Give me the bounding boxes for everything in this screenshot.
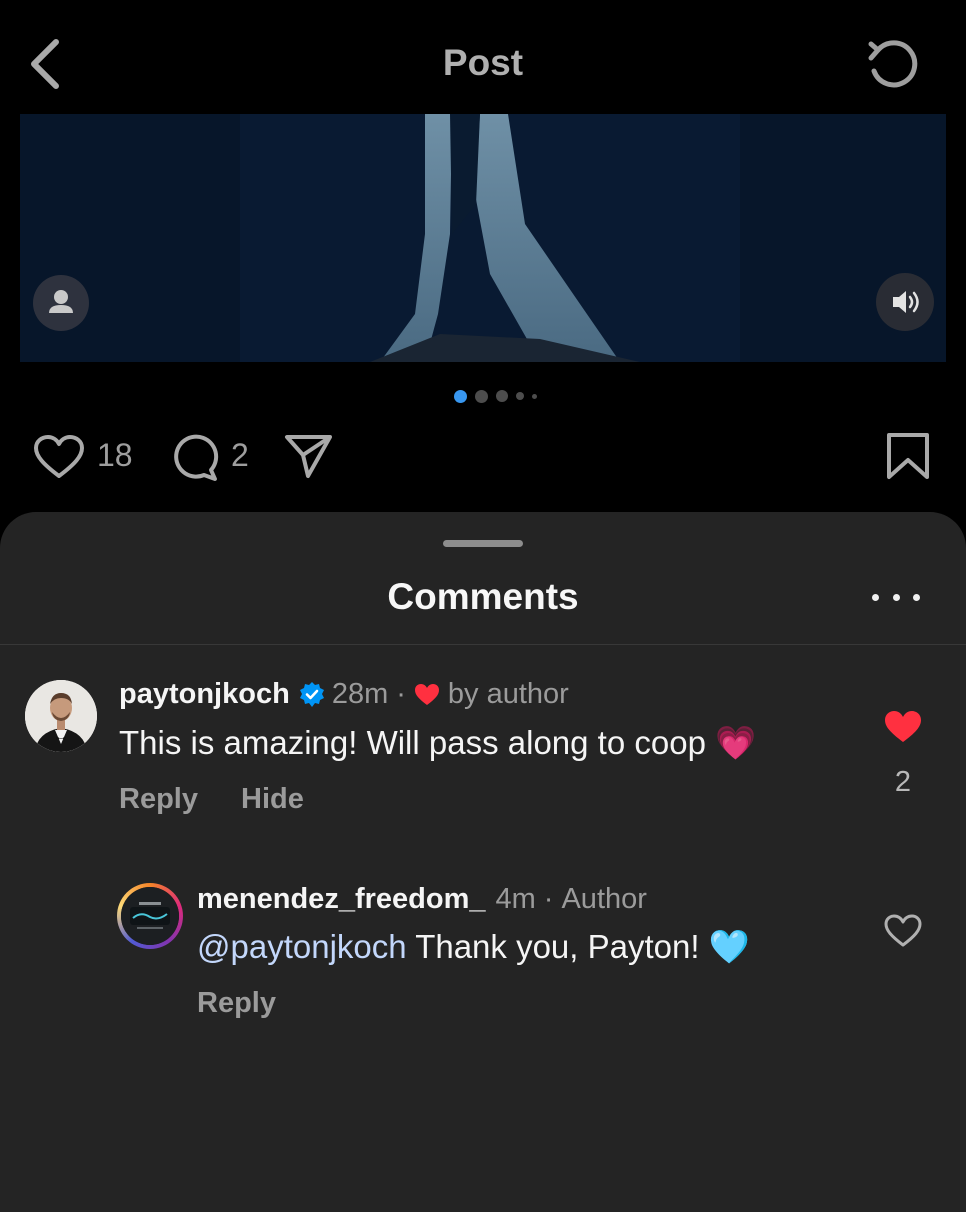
reply-button[interactable]: Reply [119, 783, 198, 816]
carousel-dot-active [454, 389, 467, 403]
comment-text: This is amazing! Will pass along to coop… [119, 724, 757, 761]
post-media-video[interactable] [20, 114, 946, 362]
comment-timestamp: 4m [495, 883, 536, 915]
comment-meta: menendez_freedom_ 4m · Author [197, 883, 647, 916]
comment-text: @paytonjkoch Thank you, Payton! 🩵 [197, 928, 750, 967]
reply-button[interactable]: Reply [197, 987, 276, 1020]
separator-dot: · [543, 883, 554, 915]
tagged-people-button[interactable] [33, 275, 89, 331]
person-icon [49, 290, 73, 313]
author-badge: Author [561, 883, 647, 915]
video-frame-image [20, 114, 946, 362]
carousel-indicator [454, 389, 537, 403]
carousel-dot [516, 392, 524, 400]
comment-like-heart-icon[interactable] [884, 710, 922, 744]
avatar[interactable] [117, 883, 183, 949]
separator-dot: · [396, 678, 406, 710]
divider [0, 644, 966, 645]
speaker-icon [893, 291, 919, 313]
comment-meta: paytonjkoch 28m · by author [119, 678, 569, 711]
comments-title: Comments [387, 576, 579, 617]
share-paper-plane-icon[interactable] [284, 433, 334, 479]
hide-button[interactable]: Hide [241, 783, 304, 816]
comment-timestamp: 28m [331, 678, 389, 710]
more-options-icon[interactable] [872, 589, 920, 605]
comment-username[interactable]: paytonjkoch [119, 678, 290, 711]
comment-body: Thank you, Payton! 🩵 [406, 928, 750, 965]
liked-by-author-label: by author [447, 678, 569, 710]
refresh-icon[interactable] [866, 38, 920, 92]
sound-toggle-button[interactable] [876, 273, 934, 331]
carousel-dot [475, 389, 488, 403]
like-count[interactable]: 18 [97, 437, 133, 474]
comment-bubble-icon[interactable] [170, 434, 220, 482]
author-liked-heart-icon [414, 683, 439, 705]
avatar-photo [25, 680, 97, 752]
bookmark-icon[interactable] [886, 432, 930, 480]
like-heart-icon[interactable] [33, 434, 85, 480]
comment-username[interactable]: menendez_freedom_ [197, 883, 486, 916]
sheet-drag-handle[interactable] [443, 540, 523, 547]
comment-like-heart-icon[interactable] [884, 914, 922, 948]
page-title: Post [442, 42, 524, 83]
mention-link[interactable]: @paytonjkoch [197, 928, 407, 965]
comment-count[interactable]: 2 [231, 437, 249, 474]
carousel-dot [496, 390, 508, 402]
avatar-photo [121, 887, 179, 945]
carousel-dot [532, 393, 537, 399]
avatar[interactable] [25, 680, 97, 752]
verified-badge-icon [299, 681, 324, 707]
comment-like-count: 2 [894, 766, 912, 798]
days-of-advocacy-logo [121, 887, 179, 945]
